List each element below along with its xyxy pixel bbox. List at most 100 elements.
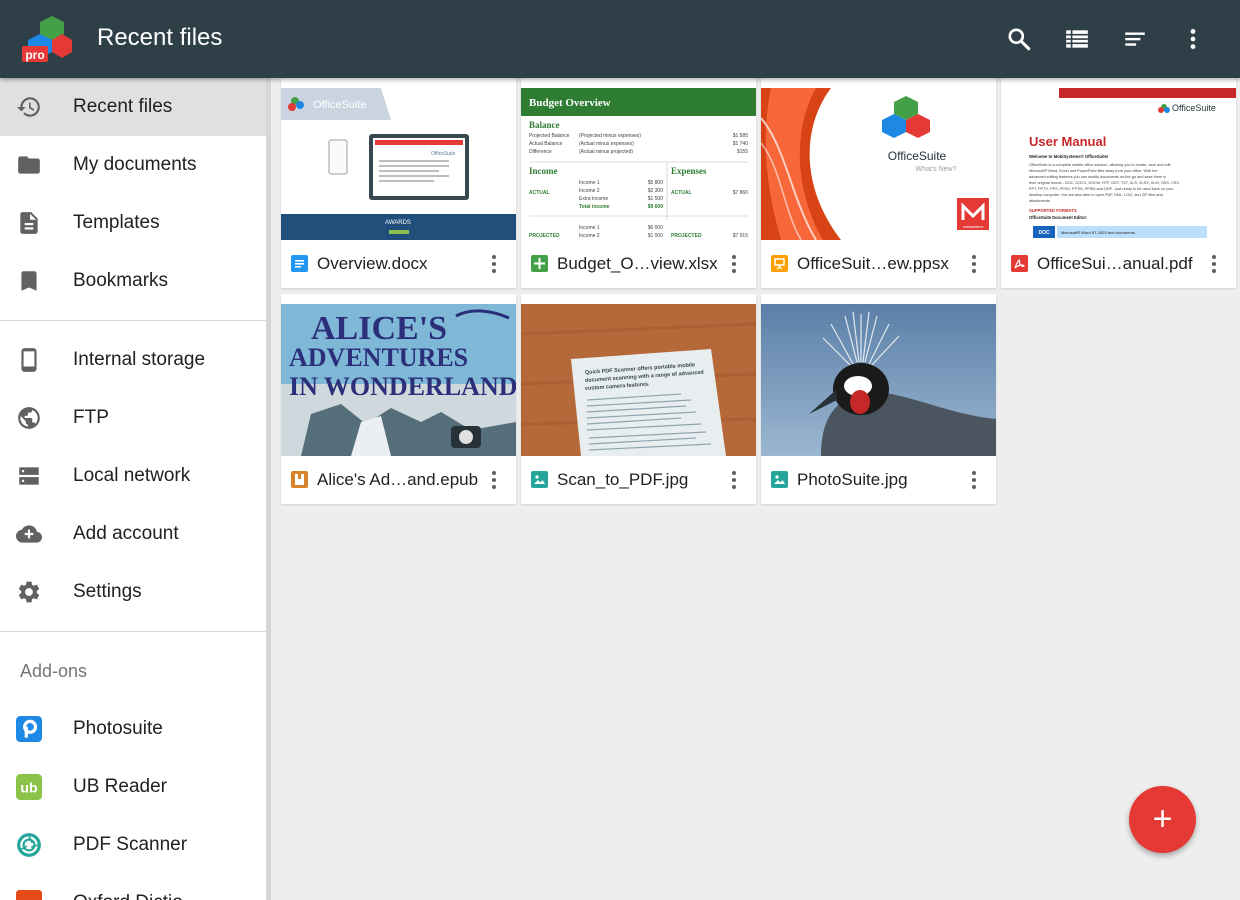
file-more-button[interactable]: [482, 250, 506, 278]
bookmark-icon: [16, 268, 42, 294]
nav-label: FTP: [73, 407, 109, 428]
nav-label: Templates: [73, 212, 160, 233]
svg-text:their original format - DOC, D: their original format - DOC, DOCX, DOCM,…: [1029, 181, 1180, 185]
overflow-menu-icon: [1190, 29, 1196, 49]
navigation-drawer: Recent files My documents Templates Book…: [0, 78, 271, 900]
file-thumbnail: [761, 304, 996, 456]
file-card[interactable]: Quick PDF Scanner offers portable mobile…: [521, 294, 756, 504]
file-thumbnail: OfficeSuite User Manual Welcome to MobiS…: [1001, 88, 1236, 240]
xlsx-file-icon: [531, 255, 548, 272]
svg-text:(Actual minus expenses): (Actual minus expenses): [579, 141, 634, 147]
addons-header: Add-ons: [20, 660, 88, 681]
file-card[interactable]: OfficeSuite User Manual Welcome to MobiS…: [1001, 78, 1236, 288]
file-card[interactable]: OfficeSuite What's New? mobisystems Offi…: [761, 78, 996, 288]
search-icon: [1008, 28, 1031, 51]
svg-text:Difference: Difference: [529, 149, 552, 155]
file-card[interactable]: PhotoSuite.jpg: [761, 294, 996, 504]
svg-text:$2 300: $2 300: [648, 188, 664, 194]
nav-label: Settings: [73, 581, 142, 602]
file-thumbnail: Budget Overview Balance Projected Balanc…: [521, 88, 756, 240]
nav-item-settings[interactable]: Settings: [0, 563, 266, 621]
ppsx-file-icon: [771, 255, 788, 272]
thumb-tagline: What's New?: [915, 166, 956, 173]
file-more-button[interactable]: [962, 250, 986, 278]
add-fab-button[interactable]: +: [1129, 786, 1196, 853]
image-file-icon: [531, 471, 548, 488]
svg-text:Extra income: Extra income: [579, 196, 608, 202]
nav-item-add-account[interactable]: Add account: [0, 505, 266, 563]
nav-label: Photosuite: [73, 718, 163, 739]
globe-icon: [16, 405, 42, 431]
folder-icon: [16, 152, 42, 178]
pdf-file-icon: [1011, 255, 1028, 272]
nav-item-bookmarks[interactable]: Bookmarks: [0, 252, 266, 310]
nav-item-recent-files[interactable]: Recent files: [0, 78, 266, 136]
thumb-device-badge: OfficeSuite: [431, 151, 456, 157]
nav-item-ftp[interactable]: FTP: [0, 389, 266, 447]
nav-item-ub-reader[interactable]: ub UB Reader: [0, 758, 266, 816]
list-view-button[interactable]: [1048, 10, 1106, 68]
file-name: OfficeSui…anual.pdf: [1037, 254, 1193, 273]
search-button[interactable]: [990, 10, 1048, 68]
nav-label: Recent files: [73, 96, 173, 117]
nav-item-templates[interactable]: Templates: [0, 194, 266, 252]
svg-text:Microsoft® Word, Excel and Pow: Microsoft® Word, Excel and PowerPoint fi…: [1029, 169, 1157, 173]
nav-item-local-network[interactable]: Local network: [0, 447, 266, 505]
gear-icon: [16, 579, 42, 605]
nav-item-pdf-scanner[interactable]: PDF Scanner: [0, 816, 266, 874]
file-more-button[interactable]: [962, 466, 986, 494]
history-icon: [16, 94, 42, 120]
file-name: OfficeSuit…ew.ppsx: [797, 254, 949, 273]
file-card[interactable]: Budget Overview Balance Projected Balanc…: [521, 78, 756, 288]
svg-text:Income 2: Income 2: [579, 188, 600, 194]
svg-text:$1 000: $1 000: [648, 233, 664, 239]
image-file-icon: [771, 471, 788, 488]
more-vert-icon: [972, 255, 976, 273]
file-thumbnail: OfficeSuite What's New? mobisystems: [761, 88, 996, 240]
file-card[interactable]: OfficeSuite OfficeSuite AWARDS Overview.…: [281, 78, 516, 288]
thumb-title: Budget Overview: [529, 97, 611, 109]
file-thumbnail: OfficeSuite OfficeSuite AWARDS: [281, 88, 516, 240]
thumb-table-value: Microsoft® Word 97-2003 text documents.: [1061, 230, 1136, 235]
svg-text:attachments.: attachments.: [1029, 199, 1051, 203]
more-vert-icon: [732, 255, 736, 273]
nav-item-photosuite[interactable]: Photosuite: [0, 700, 266, 758]
nav-item-oxford-dictionary[interactable]: Oxford Dictio: [0, 874, 266, 900]
svg-text:$7 860: $7 860: [733, 190, 749, 196]
thumb-maker: mobisystems: [963, 225, 984, 229]
svg-text:$9 600: $9 600: [648, 204, 664, 210]
page-title: Recent files: [97, 24, 223, 51]
svg-text:PROJECTED: PROJECTED: [671, 233, 702, 239]
logo-badge-text: pro: [25, 48, 44, 62]
officesuite-logo-icon: pro: [22, 14, 74, 64]
thumb-balance-heading: Balance: [529, 120, 560, 130]
nav-item-my-documents[interactable]: My documents: [0, 136, 266, 194]
document-icon: [16, 210, 42, 236]
thumb-line1: ALICE'S: [311, 310, 447, 347]
file-more-button[interactable]: [1202, 250, 1226, 278]
more-vert-icon: [1212, 255, 1216, 273]
file-more-button[interactable]: [722, 466, 746, 494]
overflow-menu-button[interactable]: [1164, 10, 1222, 68]
svg-text:Income 1: Income 1: [579, 180, 600, 186]
file-more-button[interactable]: [722, 250, 746, 278]
nav-label: PDF Scanner: [73, 834, 188, 855]
nav-label: My documents: [73, 154, 197, 175]
svg-text:$155: $155: [737, 149, 748, 155]
thumb-brand: OfficeSuite: [313, 99, 367, 111]
thumb-welcome: Welcome to MobiSystems® OfficeSuite!: [1029, 154, 1108, 159]
thumb-banner: AWARDS: [385, 220, 411, 226]
thumb-line3: IN WONDERLAND: [289, 372, 516, 401]
thumb-table-key: DOC: [1038, 230, 1050, 236]
ub-reader-icon: ub: [16, 774, 42, 800]
thumb-title: User Manual: [1029, 134, 1106, 149]
thumb-income-heading: Income: [529, 166, 558, 176]
file-more-button[interactable]: [482, 466, 506, 494]
svg-text:$5 800: $5 800: [648, 180, 664, 186]
file-card[interactable]: ALICE'S ADVENTURES IN WONDERLAND Alice's…: [281, 294, 516, 504]
nav-item-internal-storage[interactable]: Internal storage: [0, 331, 266, 389]
thumb-brand: OfficeSuite: [1172, 103, 1216, 113]
divider: [0, 631, 266, 632]
sort-button[interactable]: [1106, 10, 1164, 68]
nav-label: Internal storage: [73, 349, 206, 370]
